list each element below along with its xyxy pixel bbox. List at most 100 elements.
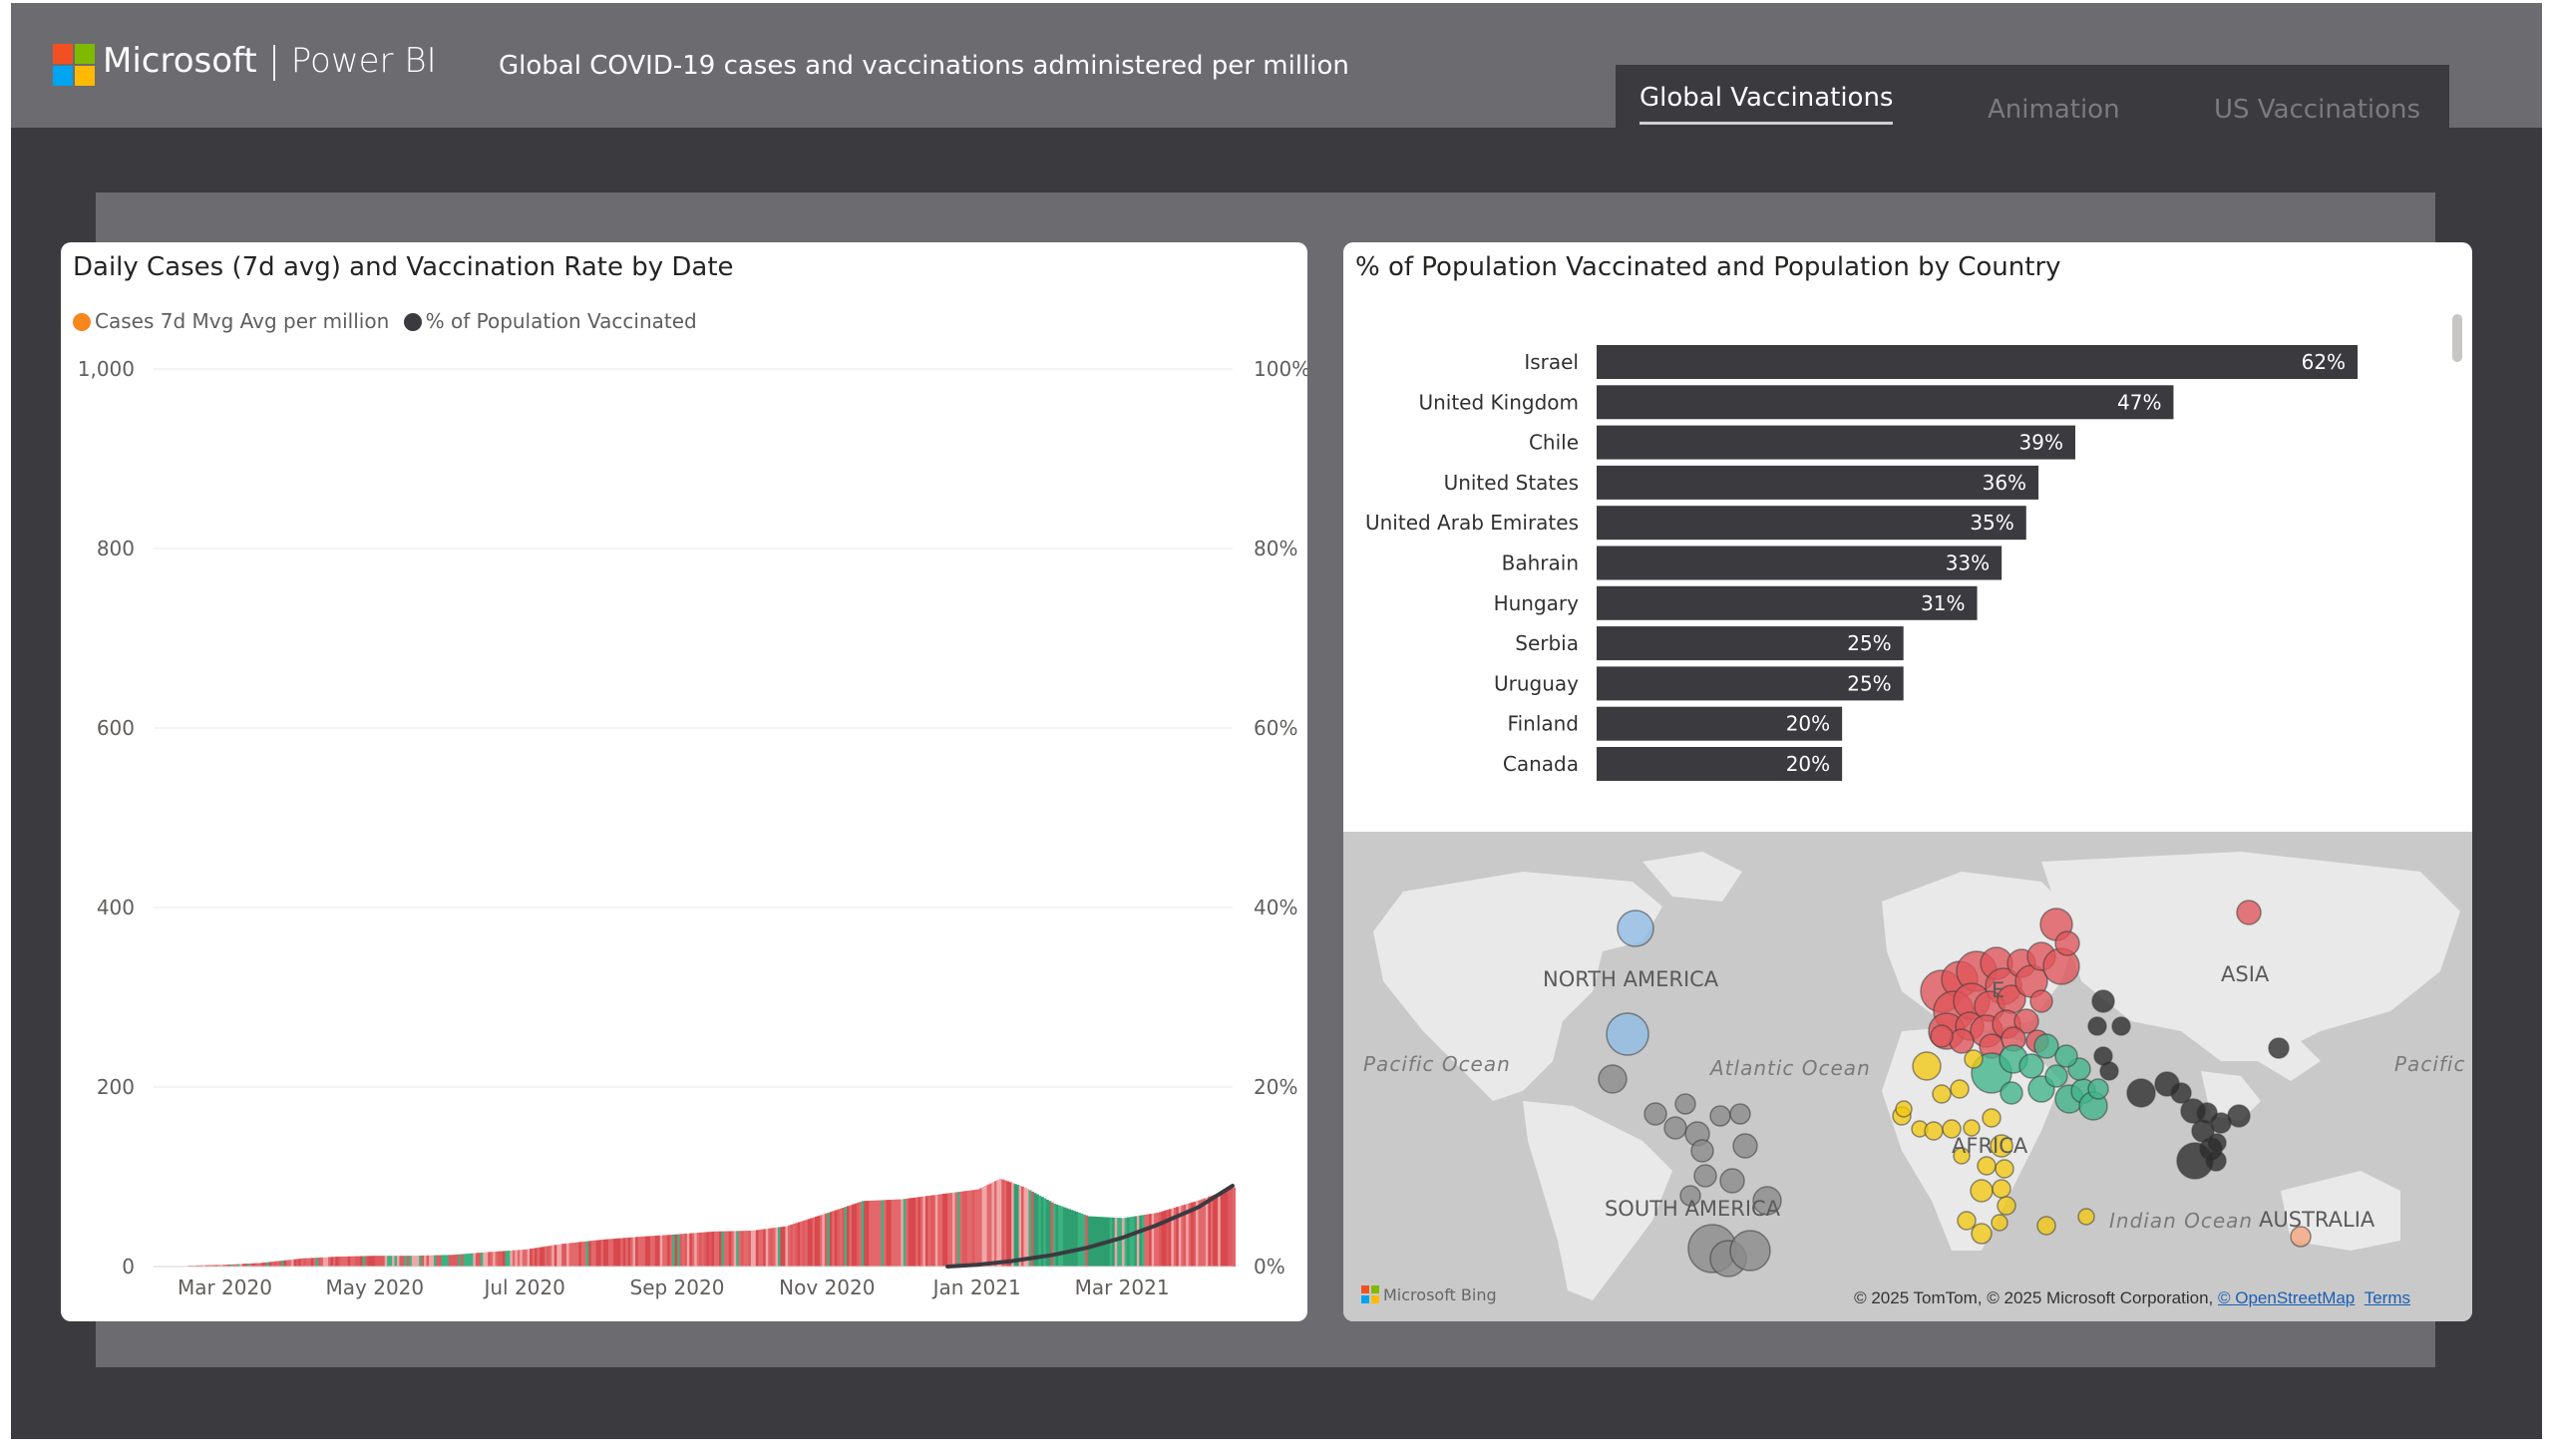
map-bubble[interactable] bbox=[2018, 1053, 2044, 1079]
country-bar[interactable] bbox=[1597, 425, 2075, 460]
tab-us-vaccinations[interactable]: US Vaccinations bbox=[2214, 95, 2420, 125]
cases-column bbox=[1233, 1187, 1237, 1267]
y-left-tick: 400 bbox=[97, 896, 135, 919]
map-bubble[interactable] bbox=[2029, 989, 2053, 1013]
map-bubble[interactable] bbox=[2091, 989, 2115, 1013]
map-bubble[interactable] bbox=[1643, 1102, 1667, 1126]
y-left-tick: 200 bbox=[97, 1075, 135, 1099]
top-bar: Microsoft Power BI Global COVID-19 cases … bbox=[11, 3, 2542, 128]
map-canvas[interactable]: NORTH AMERICA SOUTH AMERICA ASIA AFRICA … bbox=[1343, 832, 2472, 1321]
y-left-tick: 0 bbox=[122, 1255, 135, 1278]
map-bubble[interactable] bbox=[2207, 1133, 2227, 1153]
bar-value-label: 33% bbox=[1946, 551, 1990, 575]
legend-label-vaccinated: % of Population Vaccinated bbox=[425, 309, 697, 333]
map-bubble[interactable] bbox=[1950, 1079, 1970, 1099]
brand-name: Microsoft Power BI bbox=[103, 41, 437, 81]
map-bubble[interactable] bbox=[1709, 1105, 1731, 1127]
terms-link[interactable]: Terms bbox=[2365, 1288, 2410, 1307]
map-bubble[interactable] bbox=[2054, 1044, 2078, 1068]
country-bar[interactable] bbox=[1597, 506, 2026, 541]
map-bubble[interactable] bbox=[2268, 1037, 2290, 1059]
map-bubble[interactable] bbox=[2227, 1104, 2251, 1128]
map-label-south-america: SOUTH AMERICA bbox=[1605, 1197, 1781, 1221]
map-bubble[interactable] bbox=[1957, 1211, 1977, 1231]
map-bubble[interactable] bbox=[1729, 1230, 1771, 1272]
country-label: Uruguay bbox=[1494, 671, 1579, 695]
country-label: Chile bbox=[1529, 431, 1579, 455]
y-left-tick: 800 bbox=[97, 537, 135, 560]
map-bubble[interactable] bbox=[1970, 1179, 1994, 1203]
map-bubble[interactable] bbox=[1930, 1024, 1954, 1048]
map-bubble[interactable] bbox=[2099, 1061, 2119, 1081]
map-bubble[interactable] bbox=[2087, 1016, 2107, 1036]
microsoft-logo-icon bbox=[53, 44, 95, 86]
country-bar[interactable] bbox=[1597, 546, 2003, 580]
map-bubble[interactable] bbox=[1924, 1121, 1944, 1141]
scrollbar-thumb[interactable] bbox=[2452, 314, 2462, 362]
map-bubble[interactable] bbox=[1693, 1164, 1717, 1188]
y-right-tick: 80% bbox=[1254, 537, 1297, 560]
tab-animation[interactable]: Animation bbox=[1988, 95, 2120, 125]
world-bubble-map[interactable]: NORTH AMERICA SOUTH AMERICA ASIA AFRICA … bbox=[1343, 832, 2472, 1321]
y-right-tick: 20% bbox=[1254, 1075, 1297, 1099]
bar-value-label: 20% bbox=[1786, 712, 1830, 736]
map-label-pacific-left: Pacific Ocean bbox=[1363, 1052, 1511, 1076]
tab-global-vaccinations[interactable]: Global Vaccinations bbox=[1640, 83, 1894, 125]
map-label-asia: ASIA bbox=[2221, 962, 2270, 986]
x-tick: Mar 2021 bbox=[1075, 1275, 1170, 1299]
country-bar[interactable] bbox=[1597, 345, 2359, 379]
map-bubble[interactable] bbox=[1719, 1168, 1745, 1194]
map-bubble[interactable] bbox=[2036, 1216, 2056, 1236]
map-bubble[interactable] bbox=[2054, 930, 2080, 956]
bar-value-label: 25% bbox=[1847, 631, 1891, 655]
map-label-europe: E bbox=[1992, 978, 2005, 1002]
map-bubble[interactable] bbox=[1977, 1156, 1997, 1176]
map-bubble[interactable] bbox=[2044, 1064, 2068, 1088]
x-tick: Sep 2020 bbox=[630, 1275, 725, 1299]
bar-chart-scrollbar[interactable] bbox=[2448, 310, 2462, 809]
map-bubble[interactable] bbox=[2111, 1016, 2131, 1036]
country-label: United Arab Emirates bbox=[1365, 511, 1579, 535]
map-bubble[interactable] bbox=[1729, 1103, 1751, 1125]
map-bubble[interactable] bbox=[1732, 1133, 1758, 1159]
map-bubble[interactable] bbox=[1674, 1093, 1696, 1115]
page-tabs: Global Vaccinations Animation US Vaccina… bbox=[1616, 65, 2449, 128]
map-bubble[interactable] bbox=[1895, 1100, 1913, 1118]
map-bubble[interactable] bbox=[2077, 1208, 2095, 1226]
legend-dot-icon bbox=[403, 313, 422, 331]
legend-item-vaccinated[interactable]: % of Population Vaccinated bbox=[403, 309, 697, 333]
map-bubble[interactable] bbox=[1964, 1049, 1984, 1069]
legend-item-cases[interactable]: Cases 7d Mvg Avg per million bbox=[73, 309, 389, 333]
map-bubble[interactable] bbox=[1971, 1223, 1993, 1245]
map-bubble[interactable] bbox=[1992, 1179, 2011, 1199]
x-tick: Mar 2020 bbox=[178, 1275, 272, 1299]
country-bar[interactable] bbox=[1597, 465, 2039, 500]
country-vaccination-card[interactable]: % of Population Vaccinated and Populatio… bbox=[1343, 242, 2472, 1321]
y-right-tick: 0% bbox=[1254, 1255, 1285, 1278]
map-bubble[interactable] bbox=[2000, 1081, 2023, 1105]
cases-vaccination-chart-card[interactable]: 0 200 400 600 800 1,000 0% 20% 40% 60% 80% 100% Mar … bbox=[61, 242, 1307, 1321]
map-bubble[interactable] bbox=[1663, 1116, 1687, 1140]
brand-company: Microsoft bbox=[103, 41, 257, 81]
map-bubble[interactable] bbox=[1598, 1064, 1628, 1094]
map-bubble[interactable] bbox=[1912, 1051, 1942, 1081]
map-bubble[interactable] bbox=[1991, 1214, 2008, 1232]
y-left-tick: 1,000 bbox=[78, 357, 135, 381]
map-bubble[interactable] bbox=[2087, 1078, 2109, 1100]
bar-value-label: 62% bbox=[2302, 350, 2346, 374]
map-bubble[interactable] bbox=[1617, 910, 1654, 947]
map-bubble[interactable] bbox=[2205, 1150, 2227, 1172]
cases-columns bbox=[187, 1178, 1237, 1267]
country-bar[interactable] bbox=[1597, 385, 2174, 420]
map-bubble[interactable] bbox=[1997, 1196, 2016, 1216]
map-bubble[interactable] bbox=[2126, 1078, 2156, 1108]
openstreetmap-link[interactable]: © OpenStreetMap bbox=[2218, 1288, 2355, 1307]
bar-value-label: 35% bbox=[1970, 511, 2013, 535]
map-bubble[interactable] bbox=[2236, 900, 2262, 925]
map-bubble[interactable] bbox=[1982, 1108, 2002, 1128]
map-bubble[interactable] bbox=[1606, 1012, 1649, 1056]
map-bubble[interactable] bbox=[1995, 1159, 2014, 1179]
map-bubble[interactable] bbox=[1690, 1139, 1714, 1163]
map-bubble[interactable] bbox=[1949, 1028, 1975, 1054]
map-bubble[interactable] bbox=[1932, 1084, 1952, 1104]
